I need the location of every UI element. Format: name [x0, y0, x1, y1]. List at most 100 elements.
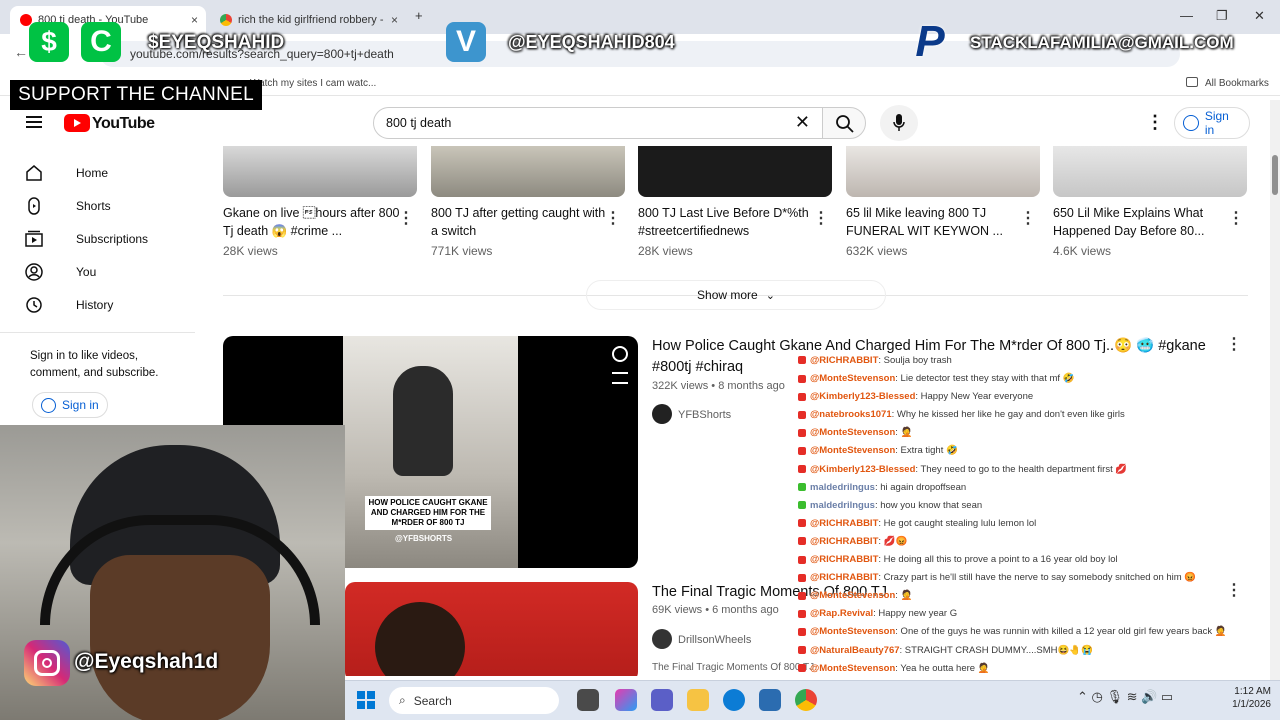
short-thumbnail[interactable] — [846, 146, 1040, 197]
youtube-badge-icon — [798, 374, 806, 383]
add-to-queue-icon[interactable] — [612, 372, 628, 384]
youtube-badge-icon — [798, 645, 806, 654]
sidebar: Home Shorts Subscriptions You History Si… — [0, 146, 205, 426]
signin-prompt: Sign in to like videos, comment, and sub… — [30, 350, 159, 379]
clear-search-icon[interactable]: ✕ — [795, 112, 810, 133]
copilot-icon[interactable] — [615, 689, 637, 711]
youtube-badge-icon — [798, 356, 806, 365]
channel-name[interactable]: YFBShorts — [678, 409, 731, 421]
task-view-icon[interactable] — [577, 689, 599, 711]
shorts-icon — [28, 197, 40, 215]
chat-text: : 🤦 — [895, 590, 913, 602]
windows-start-icon[interactable] — [357, 691, 375, 709]
show-more-button[interactable]: Show more ⌄ — [586, 280, 886, 310]
chat-username: @RICHRABBIT — [810, 535, 879, 547]
kick-badge-icon — [798, 483, 806, 492]
chat-message: @RICHRABBIT: Crazy part is he'll still h… — [798, 569, 1258, 587]
youtube-badge-icon — [798, 609, 806, 618]
chat-text: : hi again dropoffsean — [874, 481, 967, 493]
search-input[interactable]: 800 tj death ✕ — [373, 107, 823, 139]
channel-avatar[interactable] — [652, 404, 672, 424]
settings-dots-icon[interactable]: ⋮ — [1146, 112, 1164, 133]
short-title[interactable]: Gkane on live hours after 800 Tj death 😱… — [223, 204, 403, 240]
chat-username: @MonteStevenson — [810, 427, 896, 439]
sign-in-label: Sign in — [1204, 109, 1229, 137]
more-actions-icon[interactable]: ⋮ — [1228, 208, 1244, 228]
youtube-badge-icon — [798, 410, 806, 419]
close-window-icon[interactable]: ✕ — [1254, 8, 1265, 24]
all-bookmarks-link[interactable]: All Bookmarks — [1205, 78, 1269, 89]
instagram-handle: @Eyeqshah1d — [74, 650, 219, 673]
back-arrow-icon[interactable]: ← — [14, 44, 28, 60]
edge-icon[interactable] — [723, 689, 745, 711]
chat-text: : 💋😡 — [878, 535, 908, 547]
chat-username: maldedrilngus — [810, 481, 875, 493]
chat-text: : 🤦 — [895, 427, 913, 439]
short-title[interactable]: 65 lil Mike leaving 800 TJ FUNERAL WIT K… — [846, 204, 1026, 240]
chat-username: @NaturalBeauty767 — [810, 644, 900, 656]
sidebar-item-home[interactable]: Home — [24, 158, 108, 188]
short-views: 771K views — [431, 244, 493, 258]
more-actions-icon[interactable]: ⋮ — [398, 208, 414, 228]
more-actions-icon[interactable]: ⋮ — [605, 208, 621, 228]
header-sign-in-button[interactable]: Sign in — [1174, 107, 1250, 139]
short-title[interactable]: 650 Lil Mike Explains What Happened Day … — [1053, 204, 1233, 240]
new-tab-button[interactable]: + — [415, 8, 423, 23]
chat-message: maldedrilngus: hi again dropoffsean — [798, 479, 1258, 497]
sidebar-item-history[interactable]: History — [24, 290, 113, 320]
teams-icon[interactable] — [651, 689, 673, 711]
scrollbar-thumb[interactable] — [1272, 155, 1278, 195]
taskbar-search-box[interactable]: ⌕ Search — [389, 687, 559, 714]
sidebar-item-subscriptions[interactable]: Subscriptions — [24, 224, 148, 254]
video-snippet: The Final Tragic Moments Of 800 TJ — [652, 662, 815, 673]
search-button[interactable] — [822, 107, 866, 139]
short-thumbnail[interactable] — [1053, 146, 1247, 197]
short-thumbnail[interactable] — [431, 146, 625, 197]
short-title[interactable]: 800 TJ after getting caught with a switc… — [431, 204, 611, 240]
store-icon[interactable] — [759, 689, 781, 711]
sidebar-item-you[interactable]: You — [24, 257, 96, 287]
page-scrollbar[interactable] — [1270, 100, 1280, 680]
close-tab-icon[interactable]: × — [391, 13, 398, 27]
home-icon — [26, 165, 42, 181]
youtube-badge-icon — [798, 555, 806, 564]
short-thumbnail[interactable] — [638, 146, 832, 197]
bookmark-item[interactable]: Watch my sites I cam watc... — [250, 78, 376, 89]
chat-text: : Soulja boy trash — [878, 355, 952, 366]
youtube-logo-icon[interactable] — [64, 114, 90, 132]
channel-name[interactable]: DrillsonWheels — [678, 634, 751, 646]
chrome-icon[interactable] — [795, 689, 817, 711]
youtube-badge-icon — [798, 627, 806, 636]
chat-message: @MonteStevenson: 🤦 — [798, 424, 1258, 442]
voice-search-button[interactable] — [880, 105, 918, 141]
sidebar-item-label: Subscriptions — [76, 232, 149, 246]
more-actions-icon[interactable]: ⋮ — [813, 208, 829, 228]
watch-later-icon[interactable] — [612, 346, 628, 362]
chat-username: @RICHRABBIT — [810, 572, 879, 584]
chat-username: maldedrilngus — [810, 499, 875, 511]
short-title[interactable]: 800 TJ Last Live Before D*%th #streetcer… — [638, 204, 818, 240]
taskbar-search-label: Search — [413, 693, 452, 708]
close-tab-icon[interactable]: × — [191, 13, 198, 27]
maximize-icon[interactable]: ❐ — [1216, 8, 1228, 24]
video-thumbnail[interactable] — [345, 582, 638, 676]
minimize-icon[interactable]: — — [1180, 8, 1193, 23]
support-banner: SUPPORT THE CHANNEL — [10, 80, 262, 110]
more-actions-icon[interactable]: ⋮ — [1020, 208, 1036, 228]
chat-message: @RICHRABBIT: He doing all this to prove … — [798, 551, 1258, 569]
sidebar-item-label: You — [76, 265, 97, 279]
instagram-icon — [24, 640, 70, 686]
browser-tab[interactable]: rich the kid girlfriend robbery - × — [210, 6, 406, 34]
thumbnail-caption: HOW POLICE CAUGHT GKANE AND CHARGED HIM … — [365, 496, 491, 530]
system-tray-icons[interactable]: ⌃ ◷ 🎙 ≋ 🔊 ▭ — [1077, 689, 1173, 705]
more-actions-icon[interactable]: ⋮ — [1226, 334, 1242, 354]
sidebar-item-shorts[interactable]: Shorts — [24, 191, 111, 221]
menu-icon[interactable] — [26, 116, 42, 128]
short-thumbnail[interactable] — [223, 146, 417, 197]
youtube-logo-text[interactable]: YouTube — [92, 115, 155, 133]
sidebar-sign-in-button[interactable]: Sign in — [32, 392, 108, 418]
clock[interactable]: 1:12 AM 1/1/2026 — [1211, 686, 1271, 710]
file-explorer-icon[interactable] — [687, 689, 709, 711]
chat-username: @MonteStevenson — [810, 373, 896, 385]
channel-avatar[interactable] — [652, 629, 672, 649]
